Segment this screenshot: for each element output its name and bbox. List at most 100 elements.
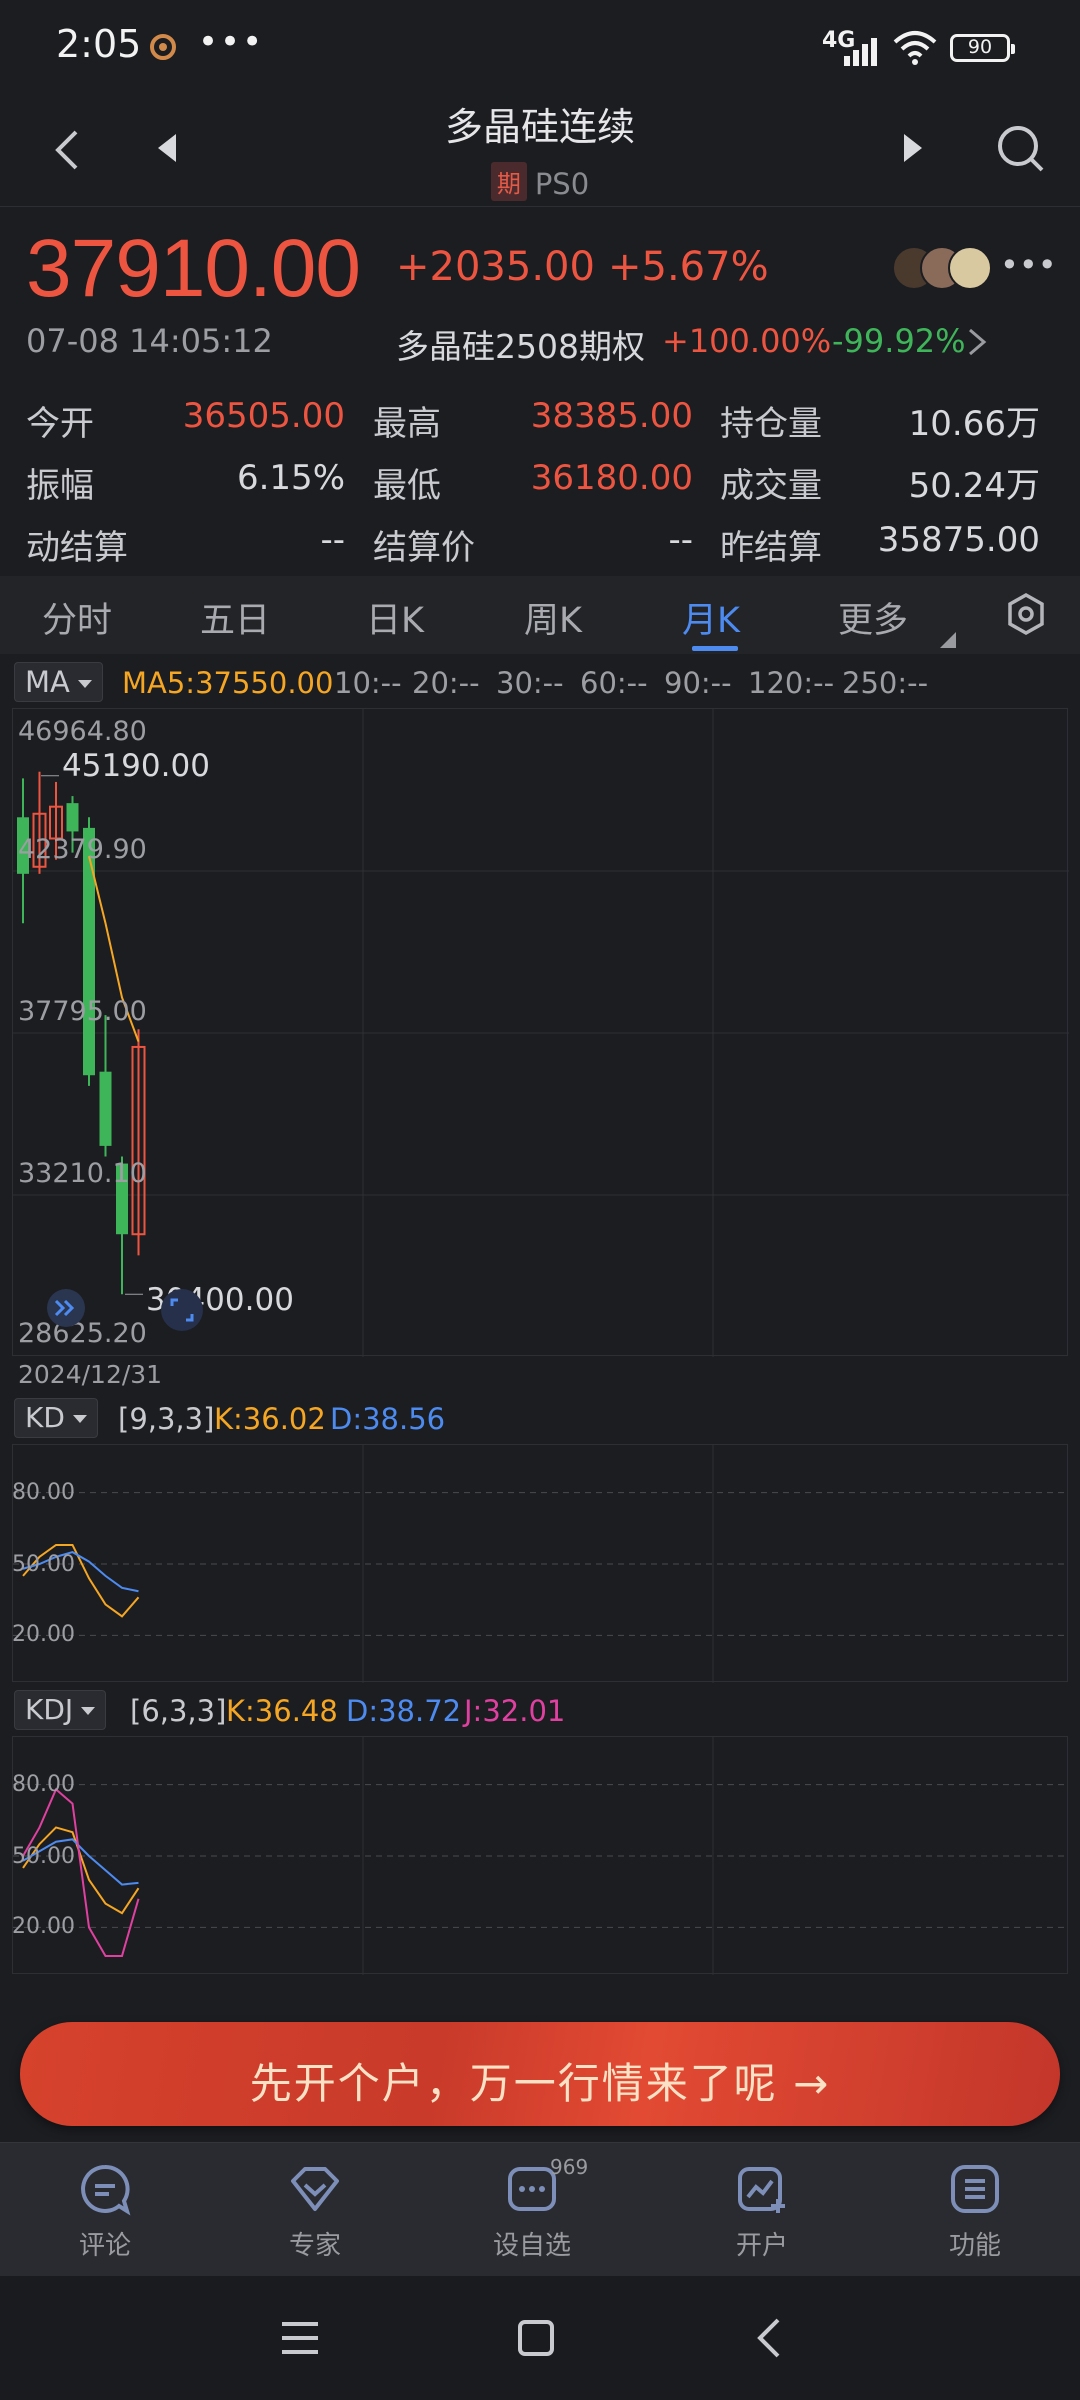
battery-icon: 90 bbox=[950, 34, 1015, 62]
tab-more[interactable]: 更多 bbox=[838, 592, 908, 643]
ma60-value: 60:-- bbox=[580, 666, 648, 700]
stat-label: 成交量 bbox=[720, 466, 822, 506]
comment-icon bbox=[81, 2164, 131, 2216]
caret-down-icon bbox=[81, 1707, 96, 1715]
contract-code-text: PS0 bbox=[534, 167, 590, 201]
stat-label: 今开 bbox=[26, 404, 94, 444]
stat-value: 36180.00 bbox=[530, 458, 693, 498]
nav-add-watchlist[interactable]: 969 设自选 bbox=[462, 2155, 602, 2262]
system-back-icon[interactable] bbox=[754, 2316, 784, 2360]
stat-value: 50.24万 bbox=[908, 466, 1040, 506]
kd-d-value: D:38.56 bbox=[330, 1402, 446, 1436]
kd-k-value: K:36.02 bbox=[214, 1402, 326, 1436]
option-call-change: +100.00% bbox=[662, 322, 832, 360]
dropdown-corner-icon bbox=[940, 632, 956, 648]
tab-monthly-k[interactable]: 月K bbox=[682, 592, 740, 643]
active-tab-indicator bbox=[692, 646, 738, 651]
kdj-axis-label: 80.00 bbox=[12, 1772, 75, 1797]
user-avatars[interactable] bbox=[892, 246, 992, 290]
menu-icon[interactable] bbox=[280, 2318, 320, 2358]
tab-five-day[interactable]: 五日 bbox=[200, 592, 270, 643]
max-price-marker: 45190.00 bbox=[62, 748, 210, 784]
chart-start-date: 2024/12/31 bbox=[18, 1360, 163, 1389]
stat-value: 10.66万 bbox=[908, 404, 1040, 444]
stat-value: -- bbox=[668, 520, 693, 560]
stat-label: 结算价 bbox=[373, 528, 475, 568]
kd-axis-label: 50.00 bbox=[12, 1552, 75, 1577]
ma20-value: 20:-- bbox=[412, 666, 480, 700]
stat-label: 持仓量 bbox=[720, 404, 822, 444]
nav-comment[interactable]: 评论 bbox=[35, 2161, 175, 2262]
kdj-params: [6,3,3] bbox=[130, 1694, 227, 1728]
tab-daily-k[interactable]: 日K bbox=[366, 592, 424, 643]
kline-chart-panel[interactable] bbox=[12, 708, 1069, 1357]
kd-axis-label: 80.00 bbox=[12, 1480, 75, 1505]
status-bar: 2:05 ••• 4G 90 bbox=[0, 0, 1080, 96]
top-nav-bar: 多晶硅连续 期 PS0 bbox=[0, 96, 1080, 207]
kd-axis-label: 20.00 bbox=[12, 1622, 75, 1647]
kd-indicator-select[interactable]: KD bbox=[14, 1398, 98, 1438]
kd-chart-panel[interactable] bbox=[12, 1444, 1069, 1683]
banner-text: 先开个户，万一行情来了呢 → bbox=[249, 2059, 831, 2108]
price-change-percent: +5.67% bbox=[608, 244, 769, 290]
more-icon[interactable]: ••• bbox=[1000, 246, 1057, 284]
option-put-change: -99.92% bbox=[832, 322, 966, 360]
chevron-right-icon[interactable] bbox=[966, 326, 988, 358]
nav-open-account[interactable]: 开户 bbox=[692, 2161, 832, 2262]
ma10-value: 10:-- bbox=[334, 666, 402, 700]
watchlist-count-badge: 969 bbox=[550, 2155, 589, 2179]
caret-down-icon bbox=[77, 680, 92, 688]
open-account-icon bbox=[738, 2167, 785, 2213]
nav-expert[interactable]: 专家 bbox=[245, 2161, 385, 2262]
stat-value: 35875.00 bbox=[877, 520, 1040, 560]
kdj-selector-label: KDJ bbox=[25, 1693, 74, 1726]
nav-functions[interactable]: 功能 bbox=[905, 2161, 1045, 2262]
nav-label: 评论 bbox=[78, 2231, 131, 2261]
next-contract-icon[interactable] bbox=[900, 132, 926, 164]
kdj-chart-panel[interactable] bbox=[12, 1736, 1069, 1975]
status-more: ••• bbox=[198, 22, 265, 62]
kdj-chart[interactable] bbox=[13, 1737, 1069, 1975]
stat-label: 最低 bbox=[373, 466, 441, 506]
stat-label: 振幅 bbox=[26, 466, 94, 506]
home-icon[interactable] bbox=[516, 2318, 556, 2358]
ma-indicator-select[interactable]: MA bbox=[14, 662, 103, 702]
tab-intraday[interactable]: 分时 bbox=[42, 592, 112, 643]
ma120-value: 120:-- bbox=[748, 666, 835, 700]
price-axis-label: 42379.90 bbox=[18, 834, 147, 865]
nav-label: 功能 bbox=[948, 2231, 1001, 2261]
nav-label: 设自选 bbox=[492, 2231, 571, 2261]
ma90-value: 90:-- bbox=[664, 666, 732, 700]
caret-down-icon bbox=[72, 1415, 87, 1423]
ma5-value: MA5:37550.00 bbox=[122, 666, 334, 700]
kd-chart[interactable] bbox=[13, 1445, 1069, 1683]
contract-code: 期 PS0 bbox=[0, 162, 1080, 201]
stat-label: 昨结算 bbox=[720, 528, 822, 568]
kd-selector-label: KD bbox=[25, 1401, 65, 1434]
futures-badge: 期 bbox=[490, 162, 527, 201]
stat-value: 6.15% bbox=[236, 458, 345, 498]
price-change: +2035.00 bbox=[396, 244, 595, 290]
price-axis-label: 46964.80 bbox=[18, 716, 147, 747]
kdj-indicator-select[interactable]: KDJ bbox=[14, 1690, 107, 1730]
last-price: 37910.00 bbox=[26, 223, 361, 314]
open-account-banner[interactable]: 先开个户，万一行情来了呢 → bbox=[20, 2022, 1060, 2126]
functions-icon bbox=[951, 2165, 999, 2213]
kdj-k-value: K:36.48 bbox=[226, 1694, 338, 1728]
expand-chart-icon[interactable] bbox=[46, 1288, 86, 1328]
quote-timestamp: 07-08 14:05:12 bbox=[26, 322, 273, 360]
search-icon[interactable] bbox=[994, 122, 1046, 174]
stat-value: -- bbox=[320, 520, 345, 560]
chart-settings-icon[interactable] bbox=[1004, 592, 1048, 636]
tab-weekly-k[interactable]: 周K bbox=[524, 592, 582, 643]
expert-icon bbox=[291, 2167, 339, 2211]
fullscreen-icon[interactable] bbox=[160, 1288, 204, 1332]
nav-label: 开户 bbox=[735, 2231, 788, 2261]
price-axis-label: 33210.10 bbox=[18, 1158, 147, 1189]
nav-label: 专家 bbox=[288, 2231, 341, 2261]
stat-value: 38385.00 bbox=[530, 396, 693, 436]
kline-chart[interactable] bbox=[13, 709, 1069, 1357]
wifi-icon bbox=[893, 31, 937, 65]
stat-label: 最高 bbox=[373, 404, 441, 444]
option-name[interactable]: 多晶硅2508期权 bbox=[396, 320, 645, 368]
